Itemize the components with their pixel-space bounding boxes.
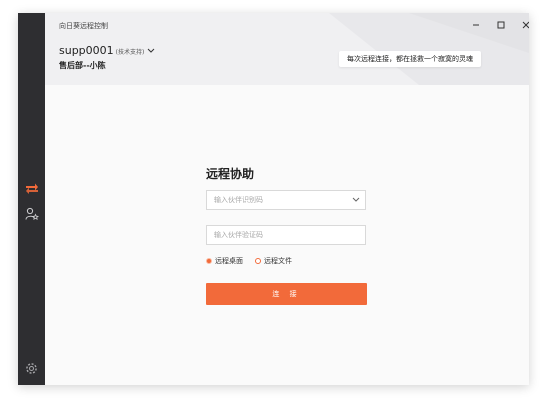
sidebar [18, 13, 45, 385]
contacts-star-icon[interactable] [24, 206, 39, 221]
remote-transfer-icon[interactable] [24, 180, 39, 195]
connect-button[interactable]: 连 接 [206, 283, 367, 305]
radio-unselected-icon [255, 258, 261, 264]
app-window: 向日葵远程控制 supp0001 (技术支持) 售后部--小陈 每次远程连接，都… [18, 13, 529, 385]
user-role: (技术支持) [115, 49, 145, 56]
close-icon[interactable] [519, 18, 529, 32]
slogan-banner: 每次远程连接，都在拯救一个寂寞的灵魂 [339, 51, 481, 67]
radio-remote-file[interactable]: 远程文件 [255, 256, 292, 266]
verify-code-input[interactable]: 输入伙伴验证码 [206, 225, 366, 245]
department-label: 售后部--小陈 [59, 61, 106, 70]
main-panel: 远程协助 输入伙伴识别码 输入伙伴验证码 远程桌面 远程文件 连 接 [45, 85, 529, 385]
header-decoration [329, 13, 529, 85]
mode-radio-group: 远程桌面 远程文件 [206, 256, 304, 266]
maximize-icon[interactable] [494, 18, 508, 32]
app-title: 向日葵远程控制 [59, 22, 108, 30]
user-account-menu[interactable]: supp0001 (技术支持) [59, 44, 155, 57]
chevron-down-icon [148, 48, 155, 53]
minimize-icon[interactable] [469, 18, 483, 32]
chevron-down-icon[interactable] [352, 197, 360, 203]
radio-label: 远程文件 [264, 257, 292, 265]
gear-icon[interactable] [24, 361, 39, 376]
radio-selected-icon [206, 258, 212, 264]
partner-id-placeholder: 输入伙伴识别码 [214, 196, 263, 204]
radio-label: 远程桌面 [215, 257, 243, 265]
radio-remote-desktop[interactable]: 远程桌面 [206, 256, 243, 266]
header: 向日葵远程控制 supp0001 (技术支持) 售后部--小陈 每次远程连接，都… [45, 13, 529, 85]
form-title: 远程协助 [206, 167, 255, 181]
partner-id-input[interactable]: 输入伙伴识别码 [206, 190, 366, 210]
verify-code-placeholder: 输入伙伴验证码 [214, 231, 263, 239]
user-name: supp0001 [59, 44, 114, 57]
